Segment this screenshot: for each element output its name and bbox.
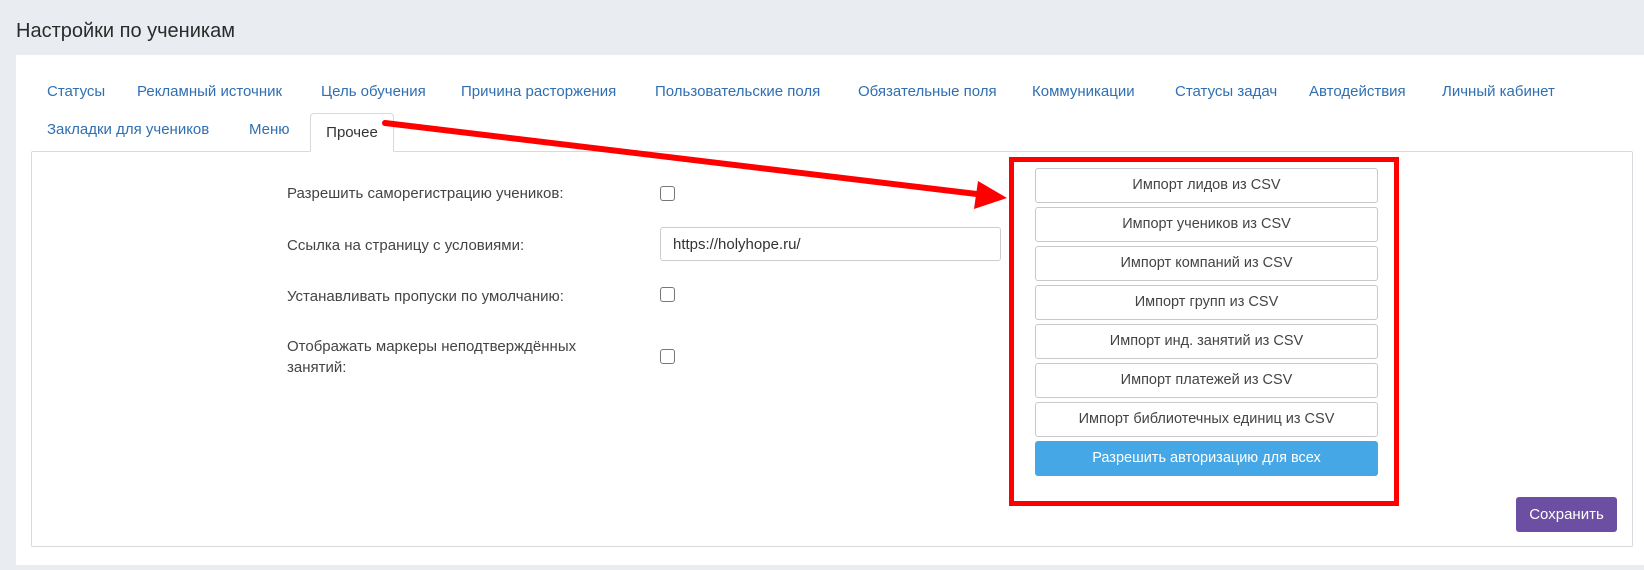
import-students-button[interactable]: Импорт учеников из CSV <box>1035 207 1378 242</box>
default-absences-label: Устанавливать пропуски по умолчанию: <box>287 288 564 305</box>
tab-panel-other <box>31 151 1633 547</box>
page-title: Настройки по ученикам <box>16 20 235 42</box>
tab-required-fields[interactable]: Обязательные поля <box>858 83 997 100</box>
import-leads-button[interactable]: Импорт лидов из CSV <box>1035 168 1378 203</box>
terms-link-label: Ссылка на страницу с условиями: <box>287 237 525 254</box>
tab-other[interactable]: Прочее <box>310 113 394 152</box>
import-library-units-button[interactable]: Импорт библиотечных единиц из CSV <box>1035 402 1378 437</box>
import-individual-lessons-button[interactable]: Импорт инд. занятий из CSV <box>1035 324 1378 359</box>
tab-custom-fields[interactable]: Пользовательские поля <box>655 83 820 100</box>
self-registration-checkbox[interactable] <box>660 186 675 201</box>
terms-link-input[interactable] <box>660 227 1001 261</box>
allow-auth-for-all-button[interactable]: Разрешить авторизацию для всех <box>1035 441 1378 476</box>
tab-learning-goal[interactable]: Цель обучения <box>321 83 426 100</box>
tab-task-statuses[interactable]: Статусы задач <box>1175 83 1277 100</box>
import-groups-button[interactable]: Импорт групп из CSV <box>1035 285 1378 320</box>
unconfirmed-markers-checkbox[interactable] <box>660 349 675 364</box>
tab-communications[interactable]: Коммуникации <box>1032 83 1135 100</box>
save-button[interactable]: Сохранить <box>1516 497 1617 532</box>
tab-termination-reason[interactable]: Причина расторжения <box>461 83 616 100</box>
import-companies-button[interactable]: Импорт компаний из CSV <box>1035 246 1378 281</box>
default-absences-checkbox[interactable] <box>660 287 675 302</box>
tab-ad-source[interactable]: Рекламный источник <box>137 83 282 100</box>
tab-auto-actions[interactable]: Автодействия <box>1309 83 1406 100</box>
tab-student-bookmarks[interactable]: Закладки для учеников <box>47 121 209 138</box>
import-payments-button[interactable]: Импорт платежей из CSV <box>1035 363 1378 398</box>
self-registration-label: Разрешить саморегистрацию учеников: <box>287 185 564 202</box>
tab-menu[interactable]: Меню <box>249 121 290 138</box>
unconfirmed-markers-label: Отображать маркеры неподтверждённых заня… <box>287 338 577 376</box>
tab-statuses[interactable]: Статусы <box>47 83 105 100</box>
tab-personal-account[interactable]: Личный кабинет <box>1442 83 1555 100</box>
